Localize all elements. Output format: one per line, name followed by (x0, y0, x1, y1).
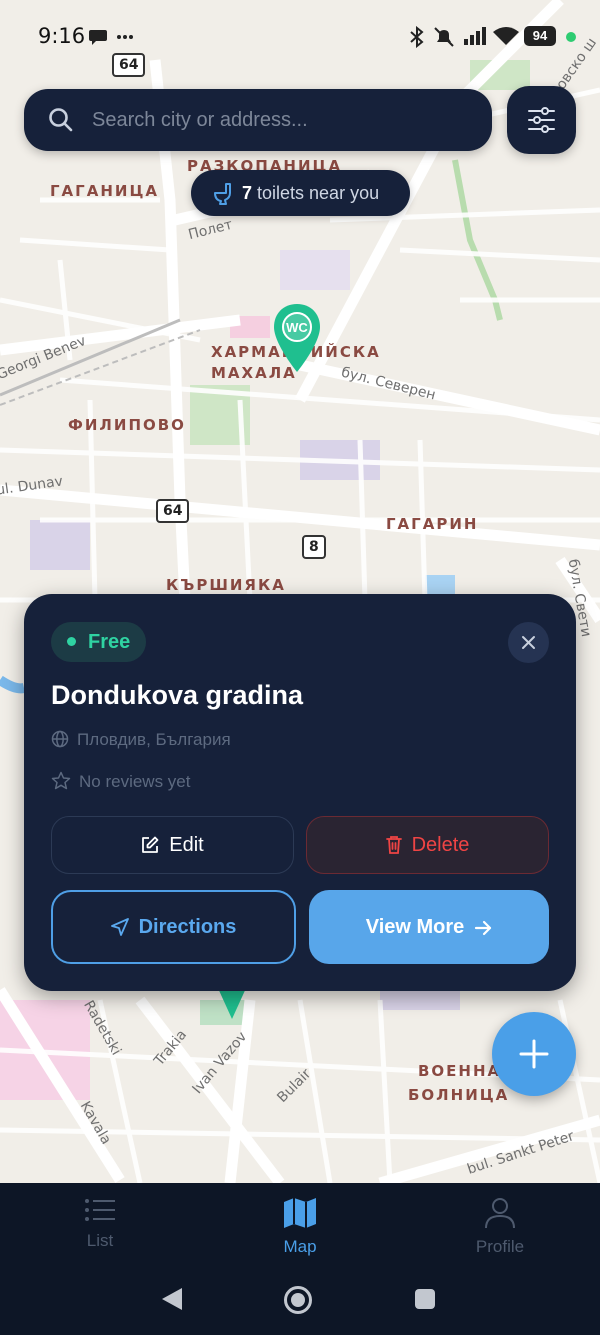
close-icon (522, 636, 535, 649)
place-title: Dondukova gradina (51, 680, 304, 710)
road-shield: 64 (156, 499, 190, 523)
map-district-label: КЪРШИЯКА (166, 576, 286, 594)
more-notifications-icon (117, 35, 133, 39)
toilet-map-marker[interactable]: WC (272, 302, 322, 379)
map-district-label: ФИЛИПОВО (68, 416, 186, 434)
location-text: Пловдив, България (77, 730, 231, 749)
filter-button[interactable] (507, 86, 576, 154)
view-more-label: View More (365, 916, 465, 938)
battery-indicator: 94 (524, 26, 556, 46)
map-district-label: ГАГАНИЦА (50, 182, 159, 200)
location-row: Пловдив, България (51, 730, 231, 750)
chat-notification-icon (89, 30, 107, 45)
toilet-count-number: 7 (242, 183, 253, 203)
map-district-label: ГАГАРИН (386, 515, 479, 533)
back-icon[interactable] (160, 1286, 184, 1312)
free-badge: Free (51, 622, 147, 662)
search-icon (49, 108, 73, 132)
camera-active-dot (566, 32, 576, 42)
edit-icon (142, 836, 159, 853)
map-district-label: ВОЕННА (418, 1062, 502, 1080)
profile-icon (485, 1198, 515, 1229)
close-button[interactable] (508, 622, 549, 663)
toilet-icon (214, 183, 231, 205)
bluetooth-icon (410, 26, 424, 48)
map-district-label: БОЛНИЦА (408, 1086, 510, 1104)
status-bar: 9:16 94 (0, 0, 600, 70)
search-bar[interactable] (24, 89, 492, 151)
map-icon (284, 1198, 316, 1228)
nav-item-list[interactable]: List (40, 1197, 160, 1251)
map-pin-icon (274, 304, 320, 372)
reviews-text: No reviews yet (79, 772, 191, 791)
list-icon (85, 1199, 115, 1221)
delete-button[interactable]: Delete (306, 816, 549, 874)
nav-label-profile: Profile (475, 1237, 525, 1256)
recents-icon[interactable] (414, 1288, 436, 1310)
signal-icon (464, 27, 486, 45)
navigation-arrow-icon (110, 918, 129, 936)
marker-label: WC (286, 320, 308, 335)
nav-label-map: Map (283, 1237, 317, 1256)
free-badge-label: Free (88, 631, 131, 653)
search-input[interactable] (92, 103, 472, 137)
toilet-count-text: toilets near you (252, 183, 380, 203)
star-icon (51, 771, 71, 790)
toilet-count-pill: 7 toilets near you (191, 170, 410, 216)
road-shield: 8 (302, 535, 326, 559)
add-toilet-button[interactable] (492, 1012, 576, 1096)
status-dot (67, 637, 76, 646)
bottom-navigation: List Map Profile (0, 1183, 600, 1335)
nav-item-profile[interactable]: Profile (440, 1197, 560, 1257)
delete-label: Delete (411, 834, 470, 856)
trash-icon (385, 836, 402, 854)
status-time: 9:16 (38, 24, 86, 48)
nav-label-list: List (86, 1231, 114, 1250)
sliders-icon (528, 107, 555, 133)
edit-button[interactable]: Edit (51, 816, 294, 874)
nav-item-map[interactable]: Map (240, 1197, 360, 1257)
toilet-detail-card: Free Dondukova gradina Пловдив, България… (24, 594, 576, 991)
directions-button[interactable]: Directions (51, 890, 296, 964)
plus-icon (519, 1039, 549, 1069)
edit-label: Edit (169, 834, 204, 856)
directions-label: Directions (138, 916, 237, 938)
arrow-right-icon (475, 920, 492, 936)
reviews-row: No reviews yet (51, 771, 190, 792)
globe-icon (51, 730, 69, 748)
home-icon[interactable] (283, 1285, 313, 1315)
wifi-icon (493, 27, 519, 45)
mute-icon (434, 27, 454, 47)
view-more-button[interactable]: View More (309, 890, 549, 964)
